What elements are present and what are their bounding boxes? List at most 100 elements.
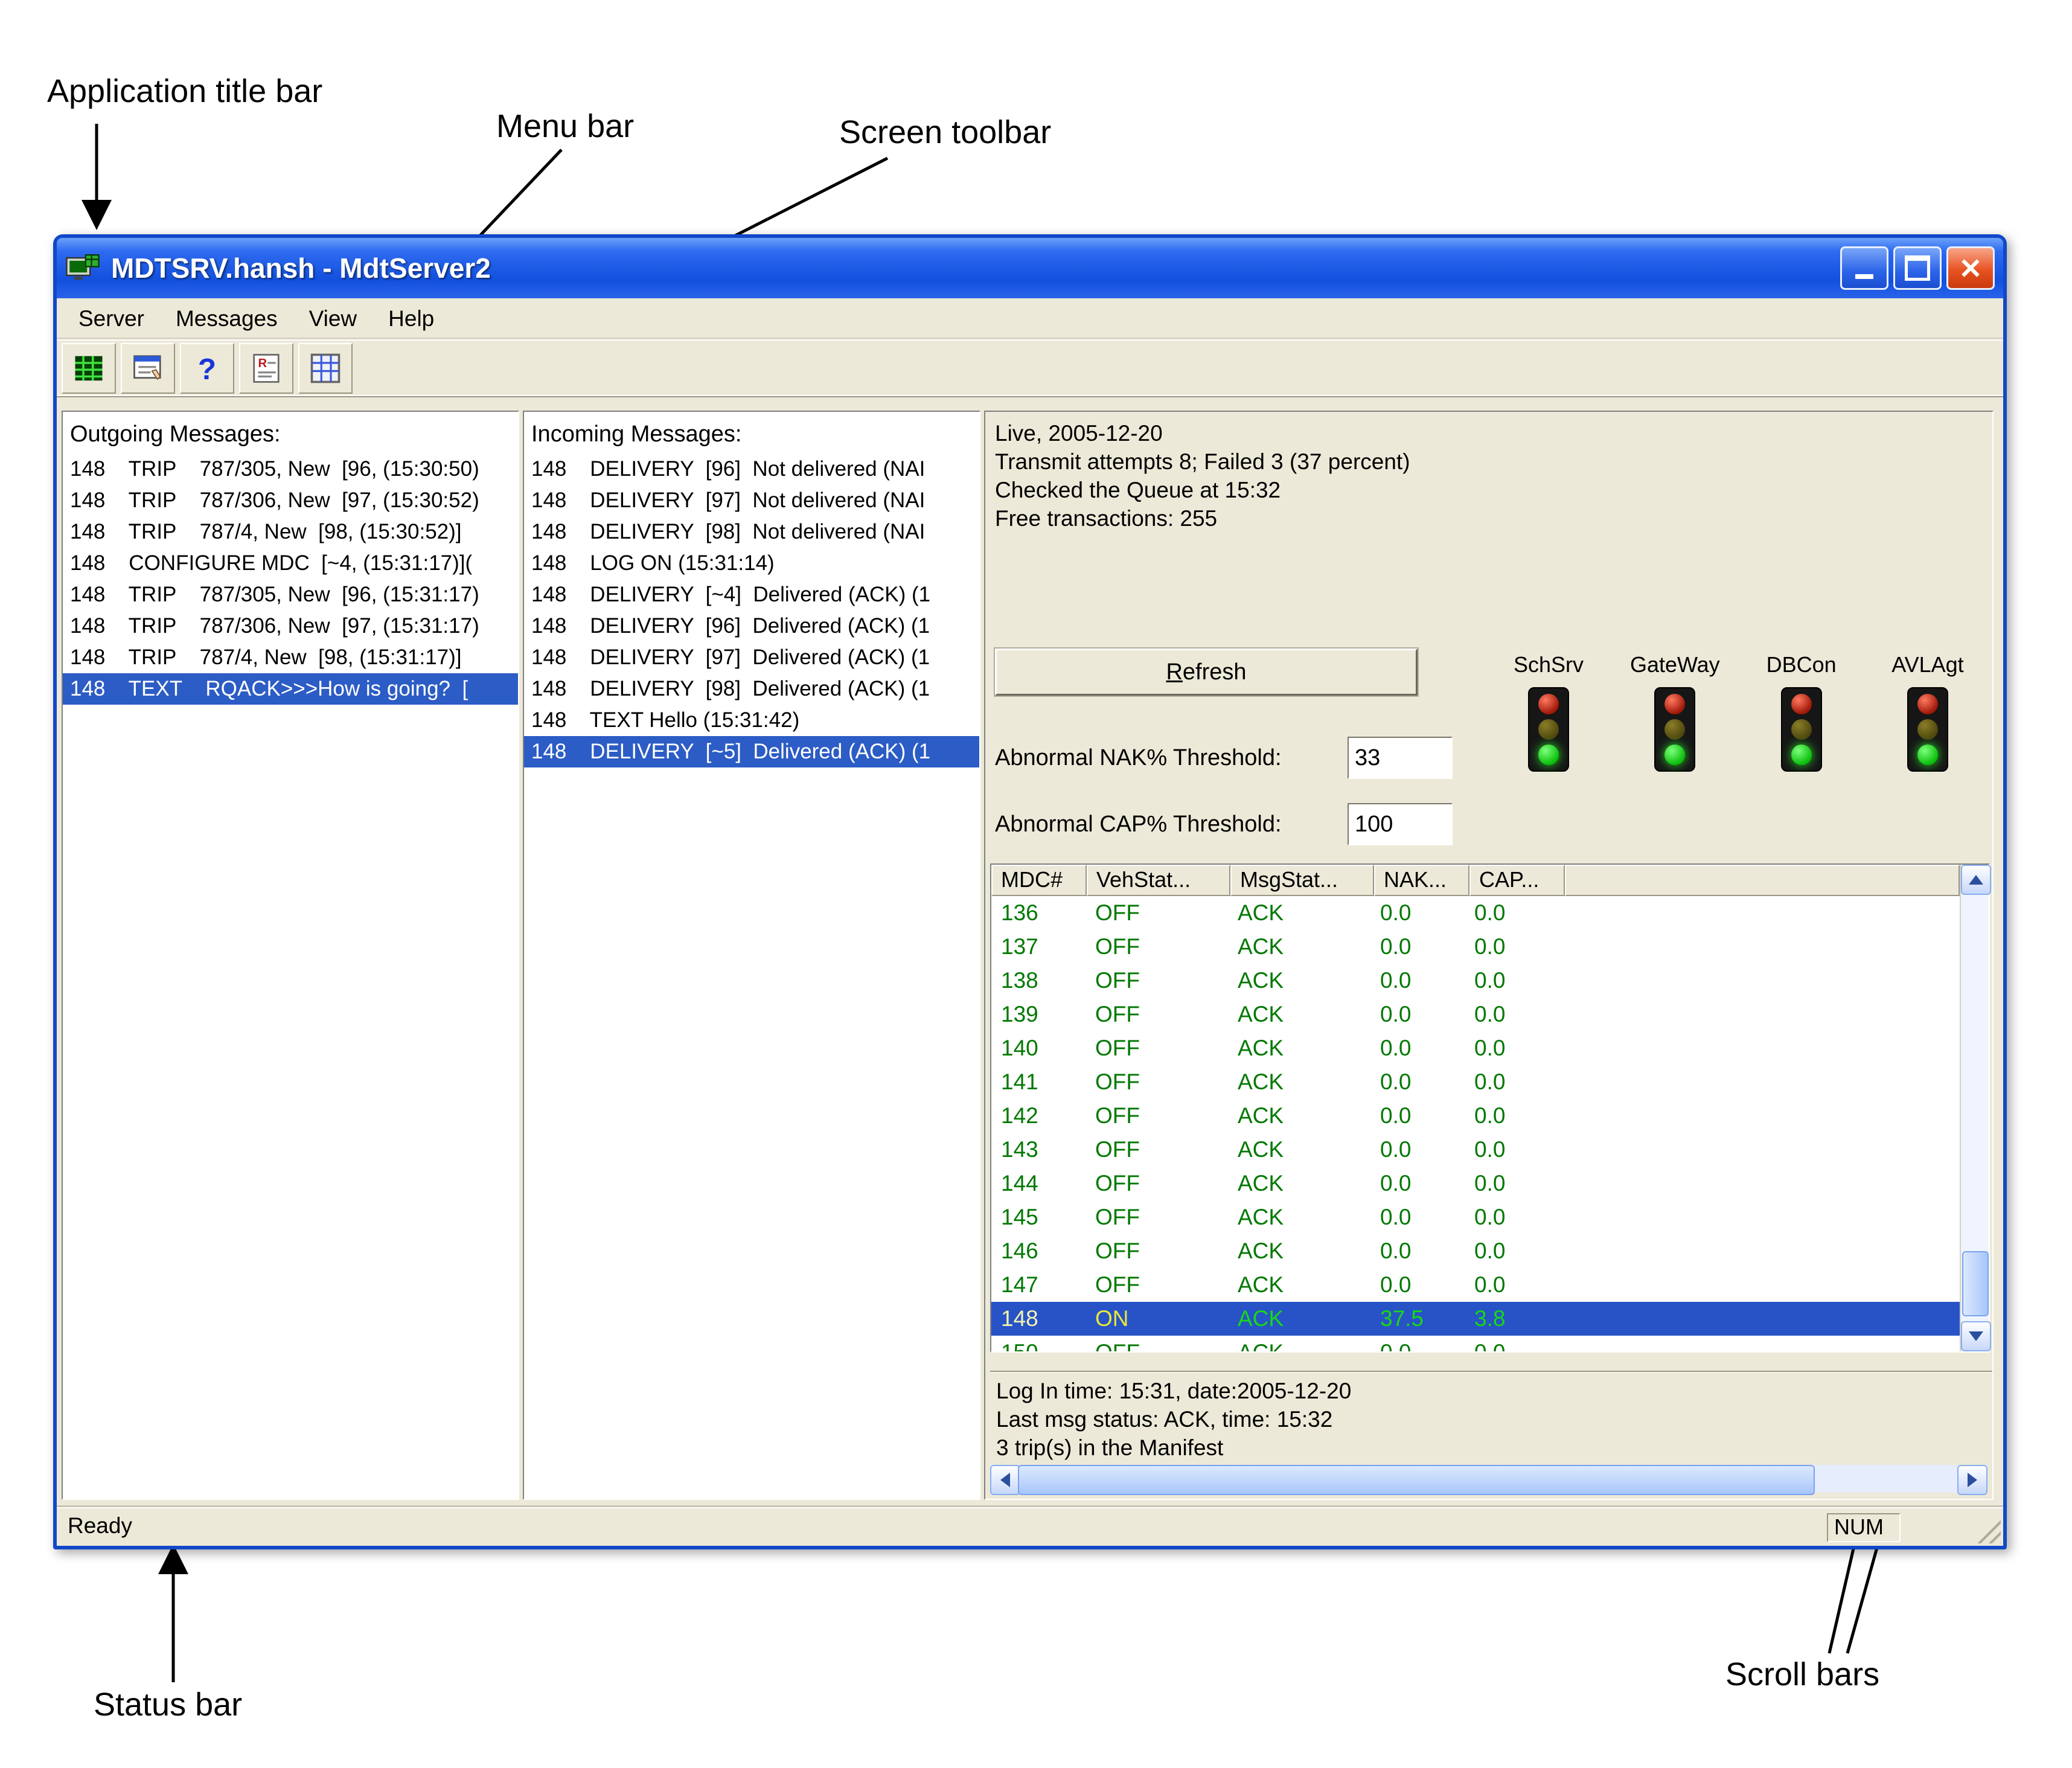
menu-item-view[interactable]: View (293, 301, 373, 337)
list-item[interactable]: 148 CONFIGURE MDC [~4, (15:31:17)]( (63, 548, 518, 579)
mdc-cell-filler (1559, 1234, 1960, 1268)
mdc-row[interactable]: 138 OFF ACK 0.0 0.0 (991, 964, 1960, 998)
refresh-button[interactable]: Refresh (995, 649, 1418, 696)
minimize-button[interactable] (1840, 246, 1888, 290)
column-header-nak[interactable]: NAK... (1374, 865, 1469, 896)
mdc-cell-vehstat: OFF (1086, 998, 1228, 1031)
cap-threshold-label: Abnormal CAP% Threshold: (995, 812, 1282, 838)
mdc-cell-cap: 0.0 (1465, 1167, 1559, 1200)
mdc-cell-vehstat: OFF (1086, 1099, 1228, 1133)
window-title: MDTSRV.hansh - MdtServer2 (111, 252, 1835, 284)
list-item[interactable]: 148 DELIVERY [~4] Delivered (ACK) (1 (524, 579, 979, 610)
mdc-cell-cap: 0.0 (1465, 930, 1559, 964)
close-button[interactable] (1946, 246, 1995, 290)
messages-grid-button[interactable] (62, 343, 116, 394)
mdc-cell-nak: 0.0 (1370, 964, 1465, 998)
list-item[interactable]: 148 DELIVERY [~5] Delivered (ACK) (1 (524, 736, 979, 767)
info-line: Free transactions: 255 (995, 504, 1410, 533)
mdc-cell-number: 148 (991, 1302, 1086, 1336)
mdc-row[interactable]: 143 OFF ACK 0.0 0.0 (991, 1133, 1960, 1167)
mdc-cell-nak: 0.0 (1370, 896, 1465, 930)
horizontal-scroll-thumb[interactable] (1018, 1465, 1815, 1495)
list-item[interactable]: 148 TRIP 787/306, New [97, (15:31:17) (63, 610, 518, 642)
nak-threshold-input[interactable] (1348, 737, 1453, 779)
mdc-cell-cap: 3.8 (1465, 1302, 1559, 1336)
list-item[interactable]: 148 DELIVERY [96] Delivered (ACK) (1 (524, 610, 979, 642)
menu-item-server[interactable]: Server (63, 301, 160, 337)
incoming-panel: Incoming Messages: 148 DELIVERY [96] Not… (523, 411, 980, 1500)
list-item[interactable]: 148 TEXT RQACK>>>How is going? [ (63, 673, 518, 705)
amber-lamp-icon (1791, 719, 1812, 740)
list-item[interactable]: 148 TRIP 787/305, New [96, (15:31:17) (63, 579, 518, 610)
mdc-row[interactable]: 146 OFF ACK 0.0 0.0 (991, 1234, 1960, 1268)
scroll-up-button[interactable] (1961, 865, 1991, 895)
outgoing-panel: Outgoing Messages: 148 TRIP 787/305, New… (62, 411, 519, 1500)
annotation-status-bar: Status bar (94, 1686, 242, 1723)
mdc-cell-cap: 0.0 (1465, 1336, 1559, 1351)
list-item[interactable]: 148 DELIVERY [98] Not delivered (NAI (524, 516, 979, 548)
mdc-row[interactable]: 142 OFF ACK 0.0 0.0 (991, 1099, 1960, 1133)
mdc-row[interactable]: 139 OFF ACK 0.0 0.0 (991, 998, 1960, 1031)
mdc-cell-msgstat: ACK (1228, 1167, 1370, 1200)
mdc-cell-vehstat: OFF (1086, 964, 1228, 998)
mdc-row[interactable]: 136 OFF ACK 0.0 0.0 (991, 896, 1960, 930)
report-button[interactable]: R (239, 343, 293, 394)
mdc-row[interactable]: 147 OFF ACK 0.0 0.0 (991, 1268, 1960, 1302)
incoming-header: Incoming Messages: (524, 412, 979, 453)
list-item[interactable]: 148 TRIP 787/4, New [98, (15:31:17)] (63, 642, 518, 673)
horizontal-scrollbar[interactable] (990, 1465, 1987, 1493)
mdc-cell-number: 143 (991, 1133, 1086, 1167)
list-item[interactable]: 148 LOG ON (15:31:14) (524, 548, 979, 579)
red-lamp-icon (1538, 694, 1559, 714)
menu-item-help[interactable]: Help (373, 301, 450, 337)
maximize-button[interactable] (1893, 246, 1942, 290)
list-item[interactable]: 148 DELIVERY [96] Not delivered (NAI (524, 453, 979, 485)
scroll-down-button[interactable] (1961, 1321, 1991, 1351)
mdc-row[interactable]: 140 OFF ACK 0.0 0.0 (991, 1031, 1960, 1065)
vertical-scroll-thumb[interactable] (1962, 1251, 1989, 1316)
cap-threshold-input[interactable] (1348, 803, 1453, 845)
help-button[interactable]: ? (180, 343, 234, 394)
summary-line: 3 trip(s) in the Manifest (996, 1433, 1994, 1462)
app-window: MDTSRV.hansh - MdtServer2 Server Message… (53, 234, 2007, 1549)
mdc-cell-number: 137 (991, 930, 1086, 964)
column-header-cap[interactable]: CAP... (1469, 865, 1565, 896)
column-header-vehstat[interactable]: VehStat... (1087, 865, 1230, 896)
scroll-right-button[interactable] (1957, 1465, 1987, 1495)
mdc-row[interactable]: 137 OFF ACK 0.0 0.0 (991, 930, 1960, 964)
mdc-cell-filler (1559, 1065, 1960, 1099)
matrix-button[interactable] (298, 343, 353, 394)
mdc-cell-vehstat: OFF (1086, 1200, 1228, 1234)
mdc-row[interactable]: 144 OFF ACK 0.0 0.0 (991, 1167, 1960, 1200)
properties-button[interactable] (121, 343, 175, 394)
column-header-msgstat[interactable]: MsgStat... (1230, 865, 1374, 896)
green-lamp-icon (1538, 745, 1559, 765)
mdc-cell-filler (1559, 1336, 1960, 1351)
app-icon (65, 253, 100, 283)
mdc-cell-cap: 0.0 (1465, 1268, 1559, 1302)
list-item[interactable]: 148 DELIVERY [98] Delivered (ACK) (1 (524, 673, 979, 705)
mdc-cell-number: 142 (991, 1099, 1086, 1133)
mdc-cell-cap: 0.0 (1465, 1133, 1559, 1167)
scroll-left-button[interactable] (990, 1465, 1020, 1495)
mdc-row[interactable]: 148 ON ACK 37.5 3.8 (991, 1302, 1960, 1336)
title-bar[interactable]: MDTSRV.hansh - MdtServer2 (57, 238, 2003, 298)
mdc-cell-msgstat: ACK (1228, 1268, 1370, 1302)
incoming-list: 148 DELIVERY [96] Not delivered (NAI148 … (524, 453, 979, 767)
menu-item-messages[interactable]: Messages (160, 301, 293, 337)
mdc-row[interactable]: 145 OFF ACK 0.0 0.0 (991, 1200, 1960, 1234)
monitor-panel: Live, 2005-12-20Transmit attempts 8; Fai… (984, 411, 1994, 1500)
list-item[interactable]: 148 DELIVERY [97] Not delivered (NAI (524, 485, 979, 516)
list-item[interactable]: 148 TRIP 787/305, New [96, (15:30:50) (63, 453, 518, 485)
mdc-cell-vehstat: OFF (1086, 896, 1228, 930)
list-item[interactable]: 148 TRIP 787/306, New [97, (15:30:52) (63, 485, 518, 516)
list-item[interactable]: 148 TEXT Hello (15:31:42) (524, 705, 979, 736)
column-header-mdc[interactable]: MDC# (991, 865, 1087, 896)
mdc-row[interactable]: 150 OFF ACK 0.0 0.0 (991, 1336, 1960, 1351)
list-item[interactable]: 148 DELIVERY [97] Delivered (ACK) (1 (524, 642, 979, 673)
mdc-row[interactable]: 141 OFF ACK 0.0 0.0 (991, 1065, 1960, 1099)
mdc-cell-filler (1559, 1200, 1960, 1234)
vertical-scrollbar[interactable] (1960, 865, 1989, 1351)
resize-grip[interactable] (1974, 1517, 2001, 1543)
list-item[interactable]: 148 TRIP 787/4, New [98, (15:30:52)] (63, 516, 518, 548)
